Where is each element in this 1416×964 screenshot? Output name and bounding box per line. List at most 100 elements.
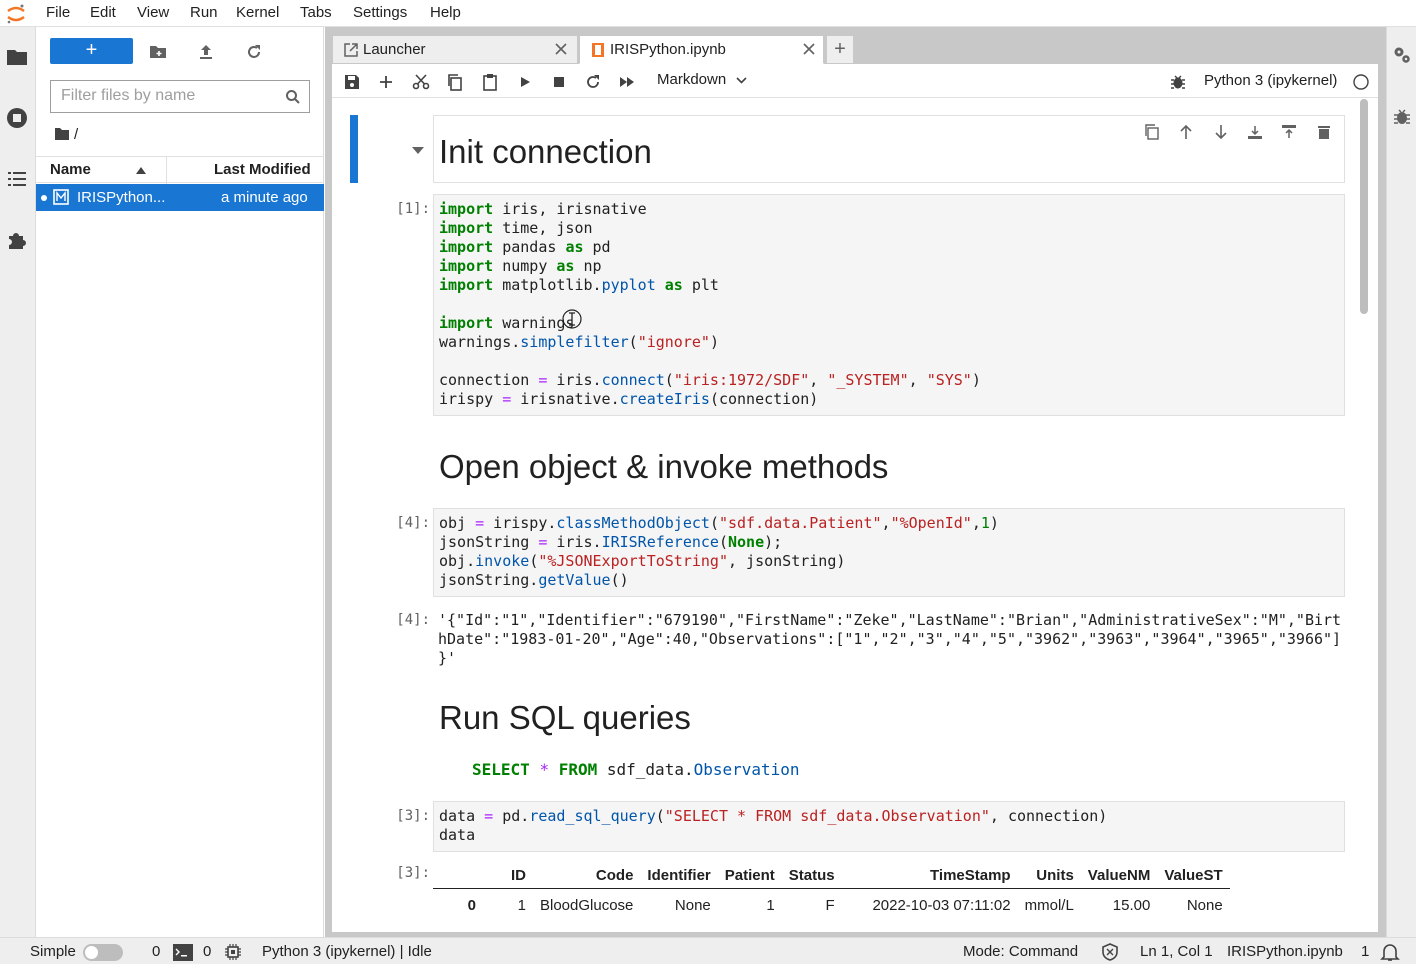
insert-above-icon[interactable] <box>1247 124 1263 140</box>
status-filename: IRISPython.ipynb <box>1227 943 1343 960</box>
folder-icon[interactable] <box>54 127 70 141</box>
sql-keyword: FROM <box>558 760 598 779</box>
input-prompt: [1]: <box>396 201 430 217</box>
kernel-name[interactable]: Python 3 (ipykernel) <box>1204 72 1337 89</box>
menu-view[interactable]: View <box>137 4 169 21</box>
duplicate-cell-icon[interactable] <box>1144 124 1160 140</box>
collapse-caret-icon[interactable] <box>412 147 424 155</box>
new-launcher-button[interactable]: + <box>50 38 133 64</box>
active-cell-indicator <box>350 115 358 183</box>
menu-settings[interactable]: Settings <box>353 4 407 21</box>
terminal-count[interactable]: 0 <box>152 943 160 960</box>
close-icon[interactable] <box>554 42 568 56</box>
menu-tabs[interactable]: Tabs <box>300 4 332 21</box>
table-cell: F <box>825 897 835 914</box>
sql-example: SELECT * FROM sdf_data.Observation <box>472 760 800 779</box>
insert-cell-icon[interactable] <box>377 73 395 91</box>
heading-init-connection: Init connection <box>439 133 652 170</box>
table-cell: 0 <box>467 897 476 914</box>
copy-icon[interactable] <box>446 73 464 91</box>
kernel-status[interactable]: Python 3 (ipykernel) | Idle <box>262 943 432 960</box>
sql-operator: * <box>539 760 550 779</box>
table-header: Patient <box>717 861 782 889</box>
text-cursor-icon <box>562 309 582 329</box>
input-prompt: [3]: <box>396 808 430 824</box>
vertical-scrollbar[interactable] <box>1360 99 1368 932</box>
close-icon[interactable] <box>802 42 816 56</box>
fast-forward-icon[interactable] <box>618 73 636 91</box>
table-cell: BloodGlucose <box>540 897 634 914</box>
new-folder-icon[interactable] <box>149 43 167 61</box>
table-header: Status <box>781 861 842 889</box>
output-line: '{"Id":"1","Identifier":"679190","FirstN… <box>438 611 1342 629</box>
cut-icon[interactable] <box>412 73 430 91</box>
column-divider <box>166 157 167 184</box>
cell-type-dropdown[interactable]: Markdown <box>657 71 747 88</box>
menu-run[interactable]: Run <box>190 4 218 21</box>
filter-files-field[interactable] <box>50 80 310 113</box>
cell-type-value: Markdown <box>657 71 727 88</box>
cursor-position[interactable]: Ln 1, Col 1 <box>1140 943 1213 960</box>
menu-edit[interactable]: Edit <box>90 4 116 21</box>
tab-label: Launcher <box>363 41 426 58</box>
file-list-item[interactable]: IRISPython... a minute ago <box>36 184 324 211</box>
tab-label: IRISPython.ipynb <box>610 41 726 58</box>
jupyter-logo-icon <box>5 3 27 25</box>
code-cell[interactable]: data = pd.read_sql_query("SELECT * FROM … <box>433 801 1345 852</box>
file-modified: a minute ago <box>221 189 308 206</box>
scrollbar-thumb[interactable] <box>1360 99 1368 314</box>
status-bar: Simple 0 0 Python 3 (ipykernel) | Idle M… <box>0 937 1416 964</box>
output-prompt: [4]: <box>396 612 430 628</box>
filter-files-input[interactable] <box>51 81 271 111</box>
extensions-icon[interactable] <box>5 228 29 252</box>
table-cell: mmol/L <box>1024 897 1074 914</box>
simple-mode-label: Simple <box>30 943 76 960</box>
running-sessions-icon[interactable] <box>5 106 29 130</box>
trusted-shield-icon[interactable] <box>1101 943 1119 961</box>
tab-launcher[interactable]: Launcher <box>332 35 578 64</box>
file-name: IRISPython... <box>77 189 166 206</box>
menu-kernel[interactable]: Kernel <box>236 4 279 21</box>
menu-file[interactable]: File <box>46 4 70 21</box>
tab-notebook[interactable]: IRISPython.ipynb <box>579 35 824 64</box>
table-cell: None <box>674 897 711 914</box>
upload-icon[interactable] <box>197 43 215 61</box>
column-last-modified[interactable]: Last Modified <box>214 161 311 178</box>
bell-icon[interactable] <box>1380 942 1400 962</box>
restart-icon[interactable] <box>584 73 602 91</box>
insert-below-icon[interactable] <box>1281 124 1297 140</box>
kernel-count[interactable]: 0 <box>203 943 211 960</box>
simple-mode-toggle[interactable] <box>83 944 123 961</box>
tab-bar: Launcher IRISPython.ipynb + <box>332 35 1378 64</box>
breadcrumb-root[interactable]: / <box>74 126 78 143</box>
table-header-row: ID Code Identifier Patient Status TimeSt… <box>433 861 1230 889</box>
sort-ascending-icon[interactable] <box>136 167 146 174</box>
output-text: '{"Id":"1","Identifier":"679190","FirstN… <box>438 611 1341 668</box>
refresh-icon[interactable] <box>245 43 263 61</box>
folder-icon[interactable] <box>5 45 29 69</box>
paste-icon[interactable] <box>481 73 499 91</box>
stop-icon[interactable] <box>550 73 568 91</box>
save-icon[interactable] <box>343 73 361 91</box>
output-line: hDate":"1983-01-20","Age":40,"Observatio… <box>438 630 1342 648</box>
dataframe-table: ID Code Identifier Patient Status TimeSt… <box>433 861 1230 922</box>
move-up-icon[interactable] <box>1178 124 1194 140</box>
code-cell[interactable]: import iris, irisnative import time, jso… <box>433 194 1345 416</box>
heading-run-sql: Run SQL queries <box>439 699 691 736</box>
debugger-icon[interactable] <box>1392 107 1412 127</box>
sql-keyword: SELECT <box>472 760 530 779</box>
new-tab-button[interactable]: + <box>826 35 854 64</box>
delete-cell-icon[interactable] <box>1316 124 1332 140</box>
sql-table-attr: Observation <box>693 760 800 779</box>
code-cell[interactable]: obj = irispy.classMethodObject("sdf.data… <box>433 508 1345 597</box>
menu-help[interactable]: Help <box>430 4 461 21</box>
column-name[interactable]: Name <box>50 161 91 178</box>
chevron-down-icon <box>736 76 747 84</box>
property-inspector-icon[interactable] <box>1392 45 1412 65</box>
run-icon[interactable] <box>516 73 534 91</box>
debugger-icon[interactable] <box>1169 73 1187 91</box>
table-of-contents-icon[interactable] <box>5 167 29 191</box>
file-list-header: Name Last Modified <box>36 156 324 184</box>
search-icon <box>285 89 301 105</box>
move-down-icon[interactable] <box>1213 124 1229 140</box>
